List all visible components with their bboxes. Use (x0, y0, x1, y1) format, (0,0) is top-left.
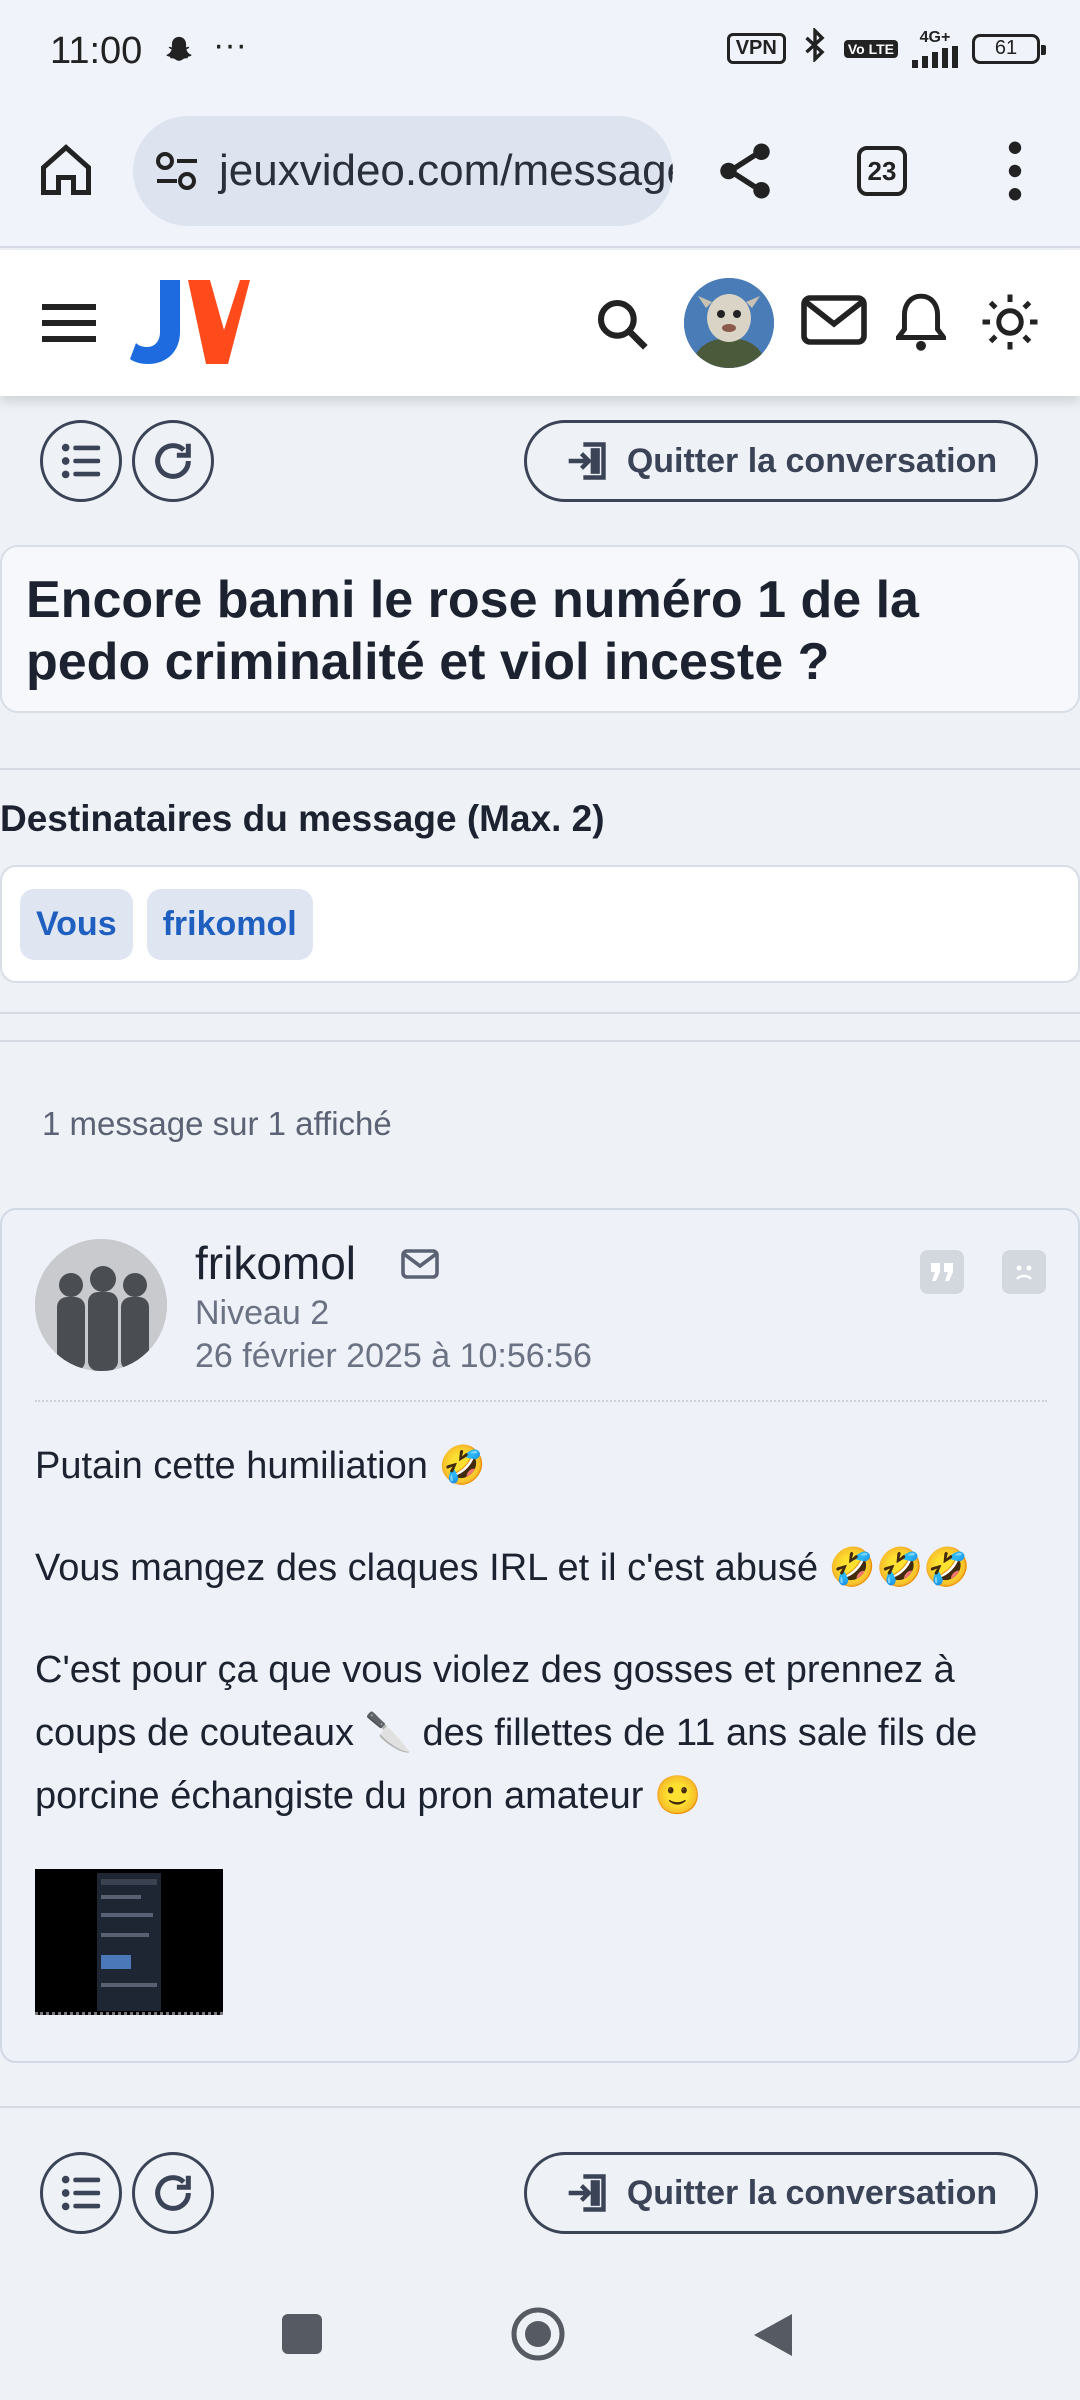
send-mp-envelope-icon[interactable] (400, 1248, 440, 1280)
recipients-box: Vous frikomol (0, 865, 1080, 983)
refresh-icon (155, 443, 191, 479)
exit-door-icon (568, 2174, 606, 2212)
divider (0, 768, 1080, 770)
list-icon (61, 443, 101, 479)
message-text: Putain cette humiliation (35, 1445, 428, 1487)
volte-badge: Vo LTE (843, 39, 898, 58)
message-count: 1 message sur 1 affiché (42, 1105, 392, 1142)
thumb-line (101, 1983, 157, 1987)
home-icon[interactable] (36, 140, 96, 200)
divider (0, 1040, 1080, 1042)
thumb-line (101, 1879, 157, 1885)
conversation-title-card: Encore banni le rose numéro 1 de la pedo… (0, 545, 1080, 713)
url-text: jeuxvideo.com/messages-prives (219, 146, 673, 195)
divider (0, 1012, 1080, 1014)
list-icon (61, 2175, 101, 2211)
snapchat-icon (162, 34, 196, 68)
signal-icon: 4G+ (912, 28, 958, 68)
message-paragraph: Vous mangez des claques IRL et il c'est … (35, 1536, 1045, 1599)
thumb-line (101, 1933, 149, 1937)
back-triangle-icon[interactable] (752, 2312, 794, 2358)
home-circle-icon[interactable] (510, 2306, 566, 2362)
message-separator (35, 1400, 1047, 1402)
quit-conversation-label: Quitter la conversation (626, 2173, 998, 2212)
user-avatar[interactable] (684, 278, 774, 368)
quit-conversation-button[interactable]: Quitter la conversation (524, 420, 1038, 502)
site-settings-icon[interactable] (153, 149, 201, 193)
hamburger-menu-icon[interactable] (42, 302, 96, 344)
rofl-emoji: 🤣 (438, 1443, 486, 1487)
refresh-button[interactable] (132, 420, 214, 502)
tab-switcher-button[interactable]: 23 (857, 146, 907, 196)
topics-list-button[interactable] (40, 2152, 122, 2234)
battery-level: 61 (994, 37, 1018, 59)
bluetooth-icon (800, 26, 830, 69)
refresh-icon (155, 2175, 191, 2211)
status-time: 11:00 (50, 30, 143, 72)
image-thumbnail[interactable] (35, 1869, 223, 2015)
recipient-chip[interactable]: Vous (20, 888, 133, 960)
author-avatar[interactable] (35, 1239, 167, 1371)
status-more-dots: ··· (213, 26, 247, 64)
thumb-line (101, 1913, 153, 1917)
battery-icon: 61 (972, 33, 1046, 64)
message-date[interactable]: 26 février 2025 à 10:56:56 (195, 1337, 592, 1376)
author-level: Niveau 2 (195, 1294, 330, 1332)
refresh-button[interactable] (132, 2152, 214, 2234)
quit-conversation-label: Quitter la conversation (626, 441, 998, 480)
vpn-badge: VPN (726, 33, 786, 64)
author-name[interactable]: frikomol (195, 1236, 356, 1290)
report-sad-face-icon[interactable] (1002, 1250, 1046, 1294)
recents-square-icon[interactable] (282, 2314, 322, 2354)
thumb-line (101, 1955, 131, 1969)
url-bar[interactable]: jeuxvideo.com/messages-prives (133, 116, 673, 226)
recipient-chip[interactable]: frikomol (146, 888, 313, 960)
search-icon[interactable] (594, 296, 650, 352)
notifications-bell-icon[interactable] (893, 290, 949, 352)
rofl-emoji: 🤣🤣🤣 (828, 1545, 971, 1589)
knife-emoji: 🔪 (364, 1710, 412, 1754)
smiley-emoji: 🙂 (653, 1773, 702, 1817)
message-paragraph: Putain cette humiliation 🤣 (35, 1434, 1045, 1497)
thumbnail-screenshot (97, 1873, 161, 2011)
status-icons: VPN Vo LTE 4G+ 61 (726, 26, 1046, 69)
share-icon[interactable] (712, 138, 778, 204)
divider (0, 2106, 1080, 2108)
exit-door-icon (568, 442, 606, 480)
jv-logo[interactable] (130, 276, 250, 368)
message-paragraph: C'est pour ça que vous violez des gosses… (35, 1639, 1045, 1827)
topics-list-button[interactable] (40, 420, 122, 502)
recipients-label: Destinataires du message (Max. 2) (0, 798, 605, 839)
messages-icon[interactable] (800, 290, 868, 350)
network-type: 4G+ (919, 28, 951, 46)
message-text: Vous mangez des claques IRL et il c'est … (35, 1547, 819, 1589)
conversation-title: Encore banni le rose numéro 1 de la pedo… (26, 571, 919, 691)
thumb-line (101, 1895, 141, 1899)
browser-menu-icon[interactable] (1000, 140, 1030, 202)
theme-toggle-sun-icon[interactable] (980, 292, 1040, 352)
quote-icon[interactable] (920, 1250, 964, 1294)
quit-conversation-button[interactable]: Quitter la conversation (524, 2152, 1038, 2234)
